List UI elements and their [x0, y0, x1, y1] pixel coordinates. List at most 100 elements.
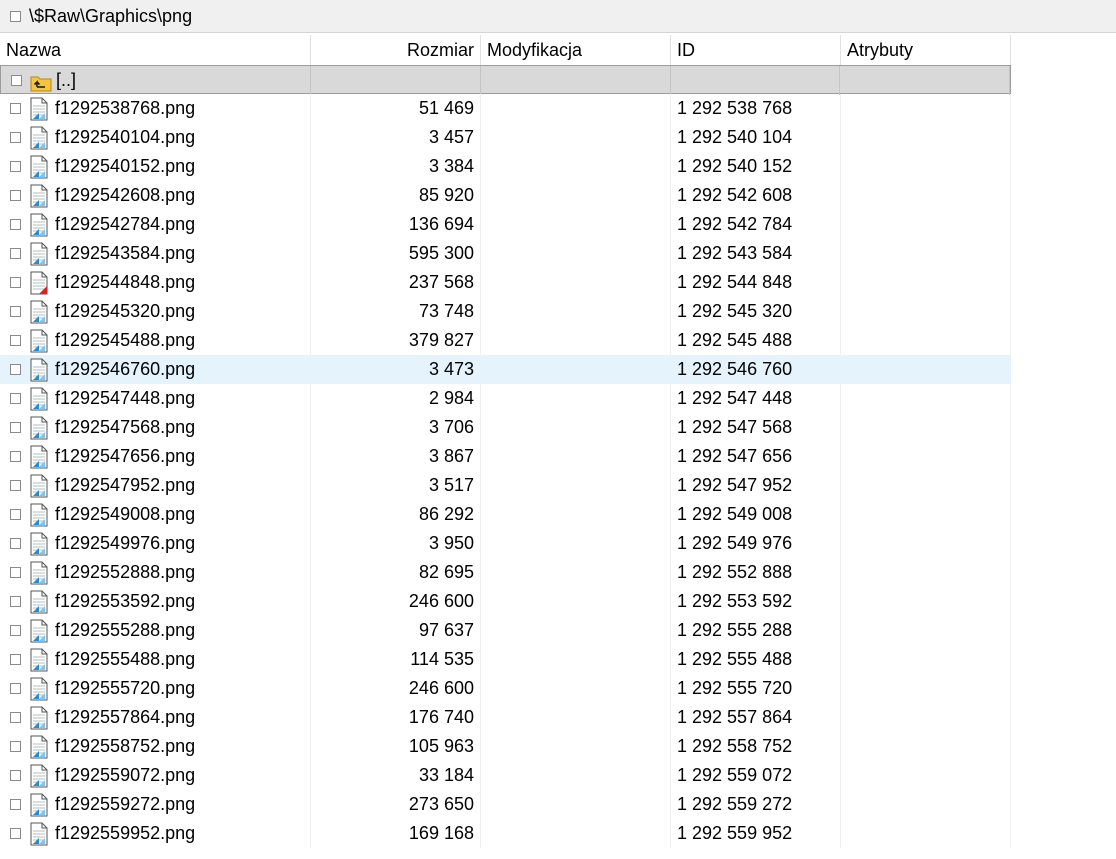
modified-cell: [481, 761, 671, 790]
png-file-icon: [29, 416, 49, 440]
file-row[interactable]: f1292555488.png 114 535 1 292 555 488: [0, 645, 1011, 674]
file-row[interactable]: f1292555720.png 246 600 1 292 555 720: [0, 674, 1011, 703]
png-file-icon: [29, 735, 49, 759]
file-row[interactable]: f1292542784.png 136 694 1 292 542 784: [0, 210, 1011, 239]
file-id: 1 292 543 584: [671, 239, 841, 268]
file-name-cell: f1292547656.png: [0, 442, 311, 471]
row-checkbox[interactable]: [10, 480, 21, 491]
file-row[interactable]: f1292549008.png 86 292 1 292 549 008: [0, 500, 1011, 529]
file-size: 51 469: [311, 94, 481, 123]
file-row[interactable]: f1292549976.png 3 950 1 292 549 976: [0, 529, 1011, 558]
png-file-icon: [29, 619, 49, 643]
file-row[interactable]: f1292546760.png 3 473 1 292 546 760: [0, 355, 1011, 384]
file-row[interactable]: f1292540104.png 3 457 1 292 540 104: [0, 123, 1011, 152]
modified-cell: [481, 790, 671, 819]
file-name: f1292549008.png: [55, 504, 196, 524]
file-id: 1 292 545 488: [671, 326, 841, 355]
select-all-checkbox[interactable]: [10, 10, 21, 22]
file-row[interactable]: f1292559072.png 33 184 1 292 559 072: [0, 761, 1011, 790]
file-row[interactable]: f1292547448.png 2 984 1 292 547 448: [0, 384, 1011, 413]
column-header-size[interactable]: Rozmiar: [311, 35, 481, 65]
row-checkbox[interactable]: [10, 248, 21, 259]
file-id: 1 292 555 288: [671, 616, 841, 645]
file-row[interactable]: f1292557864.png 176 740 1 292 557 864: [0, 703, 1011, 732]
row-checkbox[interactable]: [11, 75, 22, 86]
file-size: 595 300: [311, 239, 481, 268]
file-row[interactable]: f1292558752.png 105 963 1 292 558 752: [0, 732, 1011, 761]
column-header-id[interactable]: ID: [671, 35, 841, 65]
file-row[interactable]: f1292547568.png 3 706 1 292 547 568: [0, 413, 1011, 442]
row-checkbox[interactable]: [10, 364, 21, 375]
row-checkbox[interactable]: [10, 683, 21, 694]
modified-cell: [481, 210, 671, 239]
file-name-cell: f1292559952.png: [0, 819, 311, 848]
row-checkbox[interactable]: [10, 277, 21, 288]
row-checkbox[interactable]: [10, 712, 21, 723]
attributes-cell: [841, 558, 1011, 587]
row-checkbox[interactable]: [10, 306, 21, 317]
file-row[interactable]: f1292538768.png 51 469 1 292 538 768: [0, 94, 1011, 123]
row-checkbox[interactable]: [10, 567, 21, 578]
parent-directory-row[interactable]: [..]: [0, 65, 1011, 95]
file-size: 3 473: [311, 355, 481, 384]
file-row[interactable]: f1292545488.png 379 827 1 292 545 488: [0, 326, 1011, 355]
row-checkbox[interactable]: [10, 625, 21, 636]
file-row[interactable]: f1292547656.png 3 867 1 292 547 656: [0, 442, 1011, 471]
id-cell: [671, 66, 841, 95]
row-checkbox[interactable]: [10, 799, 21, 810]
png-file-icon: [29, 242, 49, 266]
file-size: 3 950: [311, 529, 481, 558]
file-size: 3 706: [311, 413, 481, 442]
path-bar: \$Raw\Graphics\png: [0, 0, 1116, 33]
column-header-modified[interactable]: Modyfikacja: [481, 35, 671, 65]
row-checkbox[interactable]: [10, 335, 21, 346]
row-checkbox[interactable]: [10, 103, 21, 114]
file-name: f1292559072.png: [55, 765, 196, 785]
file-size: 169 168: [311, 819, 481, 848]
row-checkbox[interactable]: [10, 393, 21, 404]
row-checkbox[interactable]: [10, 509, 21, 520]
file-row[interactable]: f1292552888.png 82 695 1 292 552 888: [0, 558, 1011, 587]
file-row[interactable]: f1292559952.png 169 168 1 292 559 952: [0, 819, 1011, 848]
file-list: [..] f1292538768.png 51 469 1 292 538 768 f…: [0, 65, 1011, 848]
row-checkbox[interactable]: [10, 422, 21, 433]
row-checkbox[interactable]: [10, 132, 21, 143]
file-row[interactable]: f1292559272.png 273 650 1 292 559 272: [0, 790, 1011, 819]
file-name: f1292557864.png: [55, 707, 196, 727]
file-row[interactable]: f1292553592.png 246 600 1 292 553 592: [0, 587, 1011, 616]
row-checkbox[interactable]: [10, 219, 21, 230]
file-name: f1292558752.png: [55, 736, 196, 756]
row-checkbox[interactable]: [10, 451, 21, 462]
column-header-attributes[interactable]: Atrybuty: [841, 35, 1011, 65]
file-size: 379 827: [311, 326, 481, 355]
file-row[interactable]: f1292542608.png 85 920 1 292 542 608: [0, 181, 1011, 210]
row-checkbox[interactable]: [10, 741, 21, 752]
attributes-cell: [841, 703, 1011, 732]
row-checkbox[interactable]: [10, 828, 21, 839]
row-checkbox[interactable]: [10, 770, 21, 781]
row-checkbox[interactable]: [10, 161, 21, 172]
file-name-cell: f1292543584.png: [0, 239, 311, 268]
file-row[interactable]: f1292555288.png 97 637 1 292 555 288: [0, 616, 1011, 645]
file-name-cell: f1292540104.png: [0, 123, 311, 152]
file-name-cell: f1292546760.png: [0, 355, 311, 384]
file-id: 1 292 559 952: [671, 819, 841, 848]
column-header-name[interactable]: Nazwa: [0, 35, 311, 65]
file-row[interactable]: f1292544848.png 237 568 1 292 544 848: [0, 268, 1011, 297]
file-row[interactable]: f1292545320.png 73 748 1 292 545 320: [0, 297, 1011, 326]
file-name-cell: f1292538768.png: [0, 94, 311, 123]
row-checkbox[interactable]: [10, 538, 21, 549]
row-checkbox[interactable]: [10, 654, 21, 665]
file-name-cell: f1292545320.png: [0, 297, 311, 326]
file-size: 2 984: [311, 384, 481, 413]
modified-cell: [481, 239, 671, 268]
file-name: f1292555488.png: [55, 649, 196, 669]
file-row[interactable]: f1292547952.png 3 517 1 292 547 952: [0, 471, 1011, 500]
row-checkbox[interactable]: [10, 190, 21, 201]
row-checkbox[interactable]: [10, 596, 21, 607]
file-id: 1 292 558 752: [671, 732, 841, 761]
attributes-cell: [841, 297, 1011, 326]
file-row[interactable]: f1292543584.png 595 300 1 292 543 584: [0, 239, 1011, 268]
file-size: 136 694: [311, 210, 481, 239]
file-row[interactable]: f1292540152.png 3 384 1 292 540 152: [0, 152, 1011, 181]
